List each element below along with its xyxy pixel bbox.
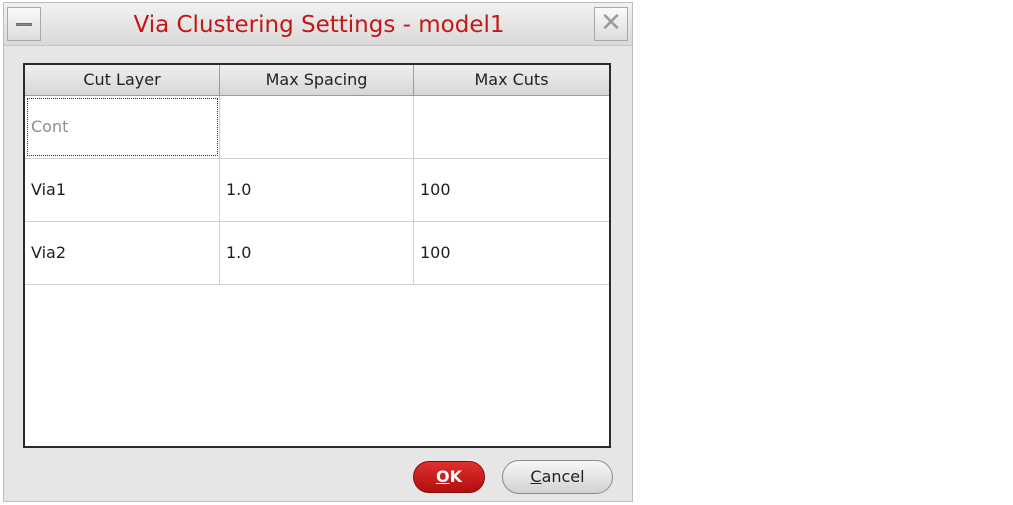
max-spacing-cell[interactable]: 1.0 <box>220 222 414 284</box>
table-row[interactable]: Via1 1.0 100 <box>25 159 609 222</box>
ok-mnemonic: O <box>435 467 450 486</box>
cut-layer-cell[interactable]: Via2 <box>25 222 220 284</box>
table-header: Cut Layer Max Spacing Max Cuts <box>25 65 609 96</box>
cancel-label: ancel <box>541 467 585 486</box>
column-header-cut-layer[interactable]: Cut Layer <box>25 65 220 95</box>
ok-label: K <box>449 467 462 486</box>
cut-layer-cell[interactable]: Via1 <box>25 159 220 221</box>
column-header-max-cuts[interactable]: Max Cuts <box>414 65 609 95</box>
max-spacing-cell[interactable] <box>220 96 414 158</box>
table-row[interactable]: Cont <box>25 96 609 159</box>
via-clustering-dialog: Via Clustering Settings - model1 ✕ Cut L… <box>3 2 633 502</box>
max-cuts-cell[interactable]: 100 <box>414 159 609 221</box>
cancel-mnemonic: C <box>530 467 542 486</box>
table-body: Cont Via1 1.0 100 Via2 1.0 100 <box>25 96 609 285</box>
title-bar[interactable]: Via Clustering Settings - model1 ✕ <box>4 3 632 46</box>
window-menu-icon[interactable] <box>7 7 41 41</box>
ok-button[interactable]: OK <box>413 461 485 493</box>
max-spacing-cell[interactable]: 1.0 <box>220 159 414 221</box>
table-row[interactable]: Via2 1.0 100 <box>25 222 609 285</box>
window-title: Via Clustering Settings - model1 <box>133 12 505 38</box>
cut-layer-cell[interactable]: Cont <box>25 96 220 158</box>
max-cuts-cell[interactable]: 100 <box>414 222 609 284</box>
close-icon[interactable]: ✕ <box>594 7 628 41</box>
via-cluster-table: Cut Layer Max Spacing Max Cuts Cont Via1… <box>23 63 611 448</box>
column-header-max-spacing[interactable]: Max Spacing <box>220 65 414 95</box>
cancel-button[interactable]: Cancel <box>502 460 613 494</box>
max-cuts-cell[interactable] <box>414 96 609 158</box>
